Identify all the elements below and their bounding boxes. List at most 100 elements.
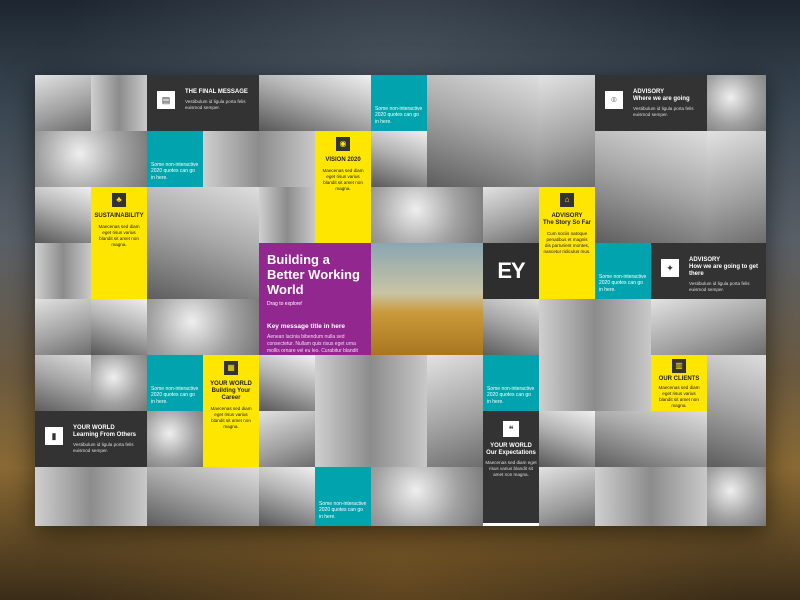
bank-icon: ⌂ [560, 193, 574, 207]
tile-title: ADVISORY [689, 257, 721, 263]
quote-text: Some non-interactive 2020 quotes can go … [319, 500, 367, 520]
our-expectations-tile[interactable]: ❝ YOUR WORLD Our Expectations Maecenas s… [483, 411, 539, 523]
photo-tile [539, 411, 595, 467]
building-icon: ▥ [672, 359, 686, 373]
photo-tile [91, 355, 147, 411]
photo-tile [707, 355, 766, 467]
sustainability-tile[interactable]: ♣ SUSTAINABILITY Maecenas sed diam eget … [91, 187, 147, 299]
photo-tile [147, 187, 259, 299]
photo-tile [91, 299, 147, 355]
compass-icon: ✦ [661, 259, 679, 277]
photo-tile [259, 411, 315, 467]
tile-body: Vestibulum id ligula porta felis euismod… [633, 106, 694, 117]
quote-tile: Some non-interactive 2020 quotes can go … [147, 355, 203, 411]
photo-tile [651, 299, 766, 355]
vision-2020-tile[interactable]: ◉ VISION 2020 Maecenas sed diam eget ris… [315, 131, 371, 243]
photo-tile [35, 131, 147, 187]
advisory-how-tile[interactable]: ✦ ADVISORY How we are going to get there… [651, 243, 766, 299]
photo-tile [595, 131, 707, 243]
photo-tile [483, 299, 539, 355]
photo-tile [35, 187, 91, 243]
advisory-where-tile[interactable]: ⌾ ADVISORY Where we are going Vestibulum… [595, 75, 707, 131]
tile-subtitle: Building Your Career [211, 388, 251, 401]
tile-body: Maecenas sed diam eget risus varius blan… [210, 406, 252, 429]
photo-tile [371, 131, 427, 187]
photo-tile [707, 467, 766, 526]
quote-text: Some non-interactive 2020 quotes can go … [375, 105, 423, 125]
photo-tile [539, 75, 595, 187]
featured-field-photo [371, 243, 483, 355]
tile-body: Vestibulum id ligula porta felis euismod… [73, 442, 134, 453]
quote-tile: Some non-interactive 2020 quotes can go … [315, 467, 371, 526]
photo-tile [539, 467, 595, 526]
photo-tile [147, 299, 259, 355]
hero-message-tile[interactable]: Building a Better Working World Drag to … [259, 243, 371, 355]
building-career-tile[interactable]: ▦ YOUR WORLD Building Your Career Maecen… [203, 355, 259, 467]
quote-tile: Some non-interactive 2020 quotes can go … [595, 243, 651, 299]
tile-title: ADVISORY [633, 89, 665, 95]
learning-from-others-tile[interactable]: ▮ YOUR WORLD Learning From Others Vestib… [35, 411, 147, 467]
tile-subtitle: Learning From Others [73, 432, 137, 438]
tile-title: SUSTAINABILITY [94, 213, 144, 219]
photo-tile [35, 75, 91, 131]
document-icon: ▤ [157, 91, 175, 109]
tile-subtitle: The Story So Far [542, 220, 591, 226]
tile-body: Cum sociis natoque penatibus et magnis d… [543, 231, 591, 254]
tile-title: OUR CLIENTS [658, 376, 700, 382]
final-message-tile[interactable]: ▤ THE FINAL MESSAGE Vestibulum id ligula… [147, 75, 259, 131]
tile-body: Maecenas sed diam eget risus varius blan… [658, 385, 700, 408]
our-clients-tile[interactable]: ▥ OUR CLIENTS Maecenas sed diam eget ris… [651, 355, 707, 411]
key-message-title: Key message title in here [267, 323, 346, 330]
quote-tile: Some non-interactive 2020 quotes can go … [371, 75, 427, 131]
tile-title: THE FINAL MESSAGE [185, 89, 248, 95]
quote-text: Some non-interactive 2020 quotes can go … [487, 385, 535, 405]
photo-tile [595, 467, 707, 526]
photo-tile [91, 75, 147, 131]
ey-logo: EY [483, 243, 539, 299]
tile-body: Maecenas sed diam eget risus varius blan… [485, 460, 537, 477]
photo-tile [35, 467, 147, 526]
mosaic-board[interactable]: ▤ THE FINAL MESSAGE Vestibulum id ligula… [35, 75, 766, 526]
tile-title: ADVISORY [551, 213, 583, 219]
advisory-story-tile[interactable]: ⌂ ADVISORY The Story So Far Cum sociis n… [539, 187, 595, 299]
photo-tile [35, 243, 91, 299]
tile-body: Maecenas sed diam eget risus varius blan… [98, 224, 140, 247]
tile-body: Maecenas sed diam eget risus varius blan… [322, 168, 364, 191]
photo-tile [595, 411, 707, 467]
eye-icon: ◉ [336, 137, 350, 151]
tile-title: YOUR WORLD [73, 425, 115, 431]
quote-tile: Some non-interactive 2020 quotes can go … [483, 355, 539, 411]
quote-text: Some non-interactive 2020 quotes can go … [151, 385, 199, 405]
grid-icon: ▦ [224, 361, 238, 375]
hero-title: Building a Better Working World [267, 252, 360, 297]
photo-tile [427, 355, 483, 467]
photo-tile [483, 187, 539, 243]
quote-text: Some non-interactive 2020 quotes can go … [599, 273, 647, 293]
photo-tile [259, 187, 315, 243]
photo-tile [371, 187, 483, 243]
quote-tile: Some non-interactive 2020 quotes can go … [147, 131, 203, 187]
photo-tile [371, 467, 483, 526]
photo-tile [707, 131, 766, 243]
photo-tile [539, 299, 651, 411]
photo-tile [147, 411, 203, 467]
photo-tile [259, 75, 371, 131]
speech-bubble-icon: ❝ [503, 421, 519, 437]
tile-title: YOUR WORLD [490, 443, 532, 449]
photo-tile [35, 299, 91, 355]
photo-tile [203, 131, 315, 187]
tile-body: Vestibulum id ligula porta felis euismod… [689, 281, 750, 292]
location-pin-icon: ⌾ [605, 91, 623, 109]
photo-tile [147, 467, 259, 526]
quote-text: Some non-interactive 2020 quotes can go … [151, 161, 199, 181]
photo-tile [259, 467, 315, 526]
tile-subtitle: Where we are going [633, 96, 690, 102]
photo-tile [427, 75, 539, 187]
photo-tile [35, 355, 91, 411]
photo-tile [707, 75, 766, 131]
key-message-body: Aenean lacinia bibendum nulla sed consec… [267, 334, 358, 354]
tile-subtitle: Our Expectations [486, 450, 536, 456]
tile-subtitle: How we are going to get there [689, 264, 759, 277]
tile-body: Vestibulum id ligula porta felis euismod… [185, 99, 246, 110]
drag-hint: Drag to explore! [267, 301, 303, 307]
